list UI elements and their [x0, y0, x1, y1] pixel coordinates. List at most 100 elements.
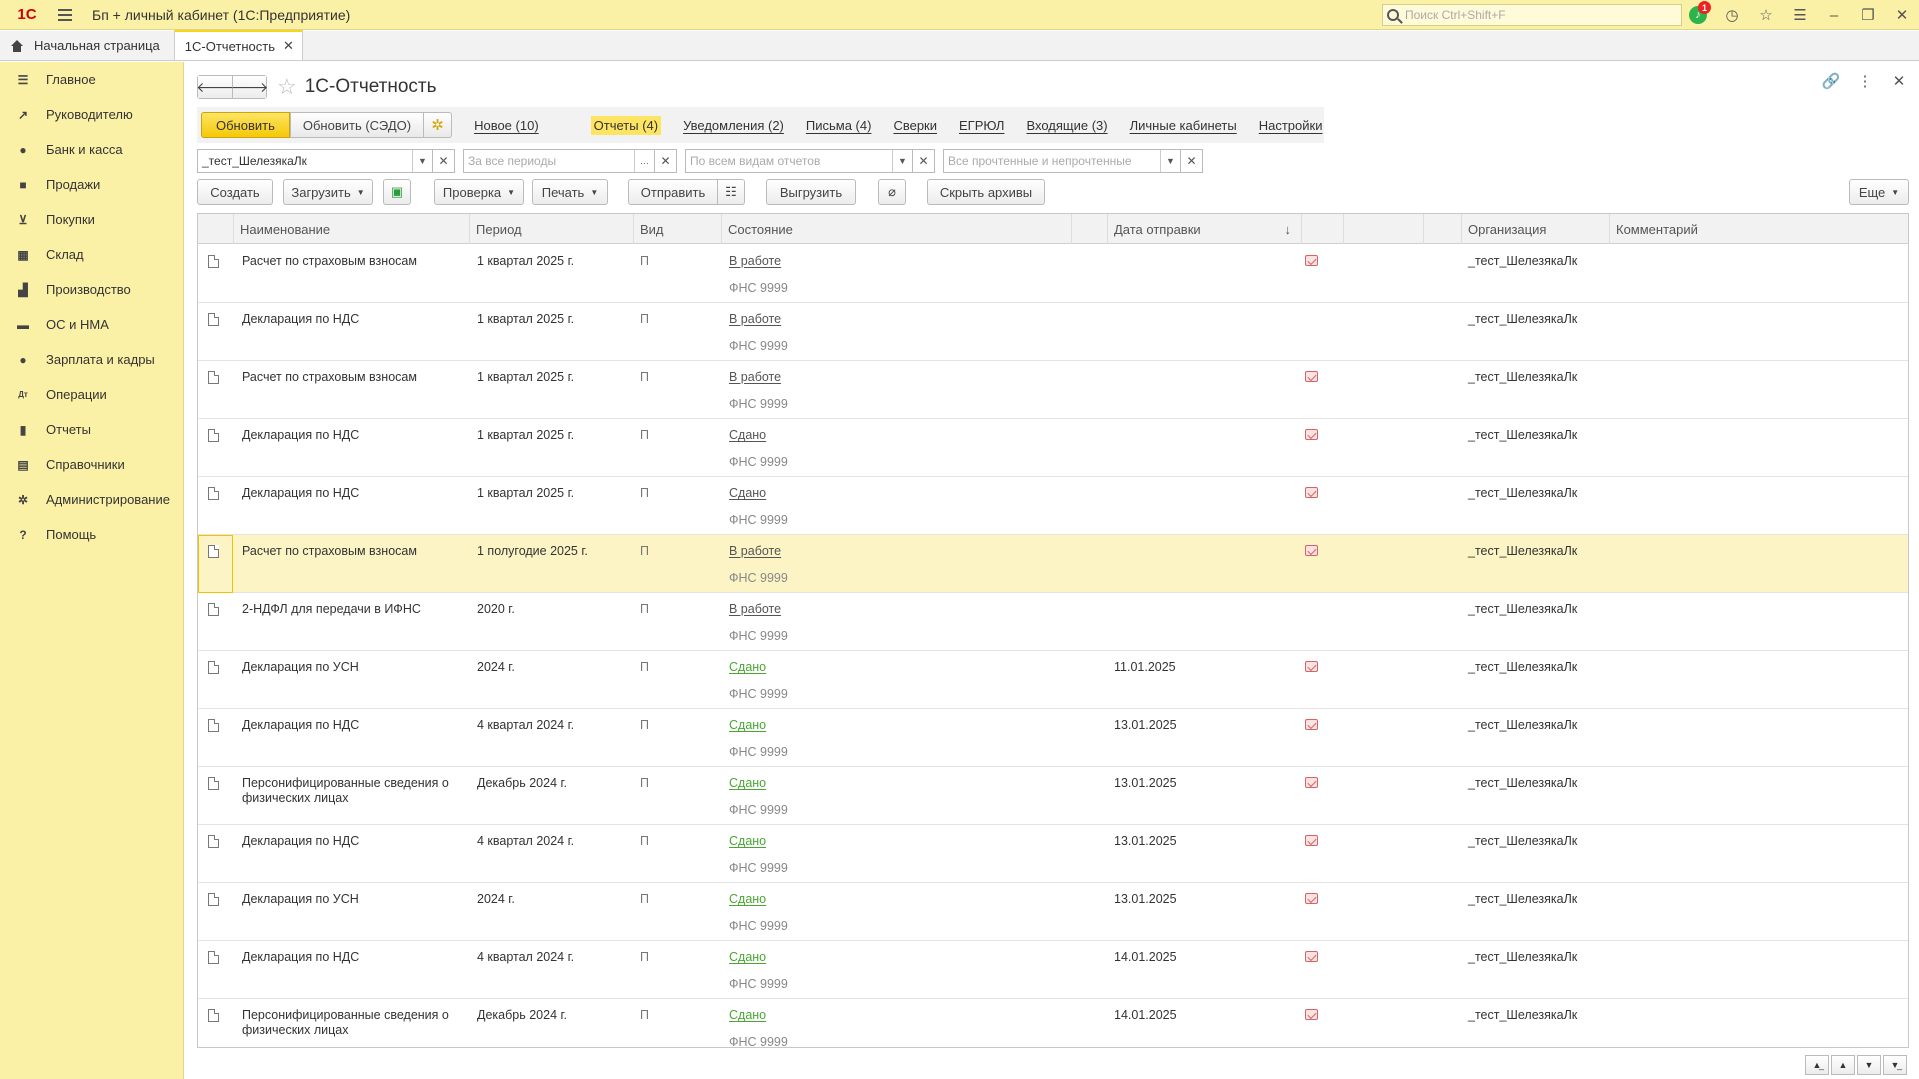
tab-home[interactable]: Начальная страница: [0, 31, 174, 60]
sidebar-item-catalogs[interactable]: ▤ Справочники: [0, 447, 183, 482]
message-envelope-icon[interactable]: [1305, 661, 1318, 672]
report-type-filter[interactable]: По всем видам отчетов ▼: [685, 149, 913, 173]
list-icon[interactable]: ☷: [717, 179, 745, 205]
clear-type-icon[interactable]: ✕: [913, 149, 935, 173]
sidebar-item-assets[interactable]: ▬ ОС и НМА: [0, 307, 183, 342]
row-state-link[interactable]: Сдано: [729, 776, 766, 791]
notifications-button[interactable]: ♪ 1: [1681, 0, 1715, 30]
attachment-icon[interactable]: ⌀: [878, 179, 906, 205]
link-notifications[interactable]: Уведомления (2): [683, 118, 784, 133]
sidebar-item-operations[interactable]: Дт Операции: [0, 377, 183, 412]
header-comment[interactable]: Комментарий: [1610, 214, 1908, 244]
message-envelope-icon[interactable]: [1305, 835, 1318, 846]
row-state-link[interactable]: В работе: [729, 312, 781, 327]
message-envelope-icon[interactable]: [1305, 1009, 1318, 1020]
chevron-down-icon[interactable]: ▼: [412, 150, 432, 172]
link-incoming[interactable]: Входящие (3): [1026, 118, 1107, 133]
send-button[interactable]: Отправить: [628, 179, 718, 205]
row-state-link[interactable]: Сдано: [729, 892, 766, 907]
table-row[interactable]: Расчет по страховым взносам 1 полугодие 2…: [198, 535, 1908, 593]
link-settings[interactable]: Настройки: [1259, 118, 1323, 133]
message-envelope-icon[interactable]: [1305, 371, 1318, 382]
forward-button[interactable]: 🡒: [231, 76, 268, 98]
menu-lines-icon[interactable]: ☰: [1783, 0, 1817, 30]
link-reports[interactable]: Отчеты (4): [590, 115, 662, 135]
message-envelope-icon[interactable]: [1305, 893, 1318, 904]
link-new[interactable]: Новое (10): [474, 118, 539, 133]
close-form-icon[interactable]: ✕: [1887, 72, 1911, 90]
table-row[interactable]: Декларация по НДС 4 квартал 2024 г. П Сдано…: [198, 709, 1908, 767]
sidebar-item-warehouse[interactable]: ▦ Склад: [0, 237, 183, 272]
header-state[interactable]: Состояние: [722, 214, 1072, 244]
scroll-down-icon[interactable]: ▼: [1857, 1055, 1881, 1075]
check-button[interactable]: Проверка ▼: [434, 179, 524, 205]
message-envelope-icon[interactable]: [1305, 951, 1318, 962]
header-name[interactable]: Наименование: [234, 214, 470, 244]
refresh-button[interactable]: Обновить: [201, 112, 290, 138]
header-period[interactable]: Период: [470, 214, 634, 244]
row-state-link[interactable]: Сдано: [729, 834, 766, 849]
read-status-filter[interactable]: Все прочтенные и непрочтенные ▼: [943, 149, 1181, 173]
clear-org-icon[interactable]: ✕: [433, 149, 455, 173]
row-state-link[interactable]: В работе: [729, 370, 781, 385]
message-envelope-icon[interactable]: [1305, 429, 1318, 440]
more-options-icon[interactable]: ⋮: [1853, 72, 1877, 90]
table-row[interactable]: Декларация по НДС 1 квартал 2025 г. П В раб…: [198, 303, 1908, 361]
sidebar-item-production[interactable]: ▟ Производство: [0, 272, 183, 307]
minimize-icon[interactable]: –: [1817, 0, 1851, 30]
row-state-link[interactable]: Сдано: [729, 486, 766, 501]
link-icon[interactable]: 🔗: [1819, 72, 1843, 90]
link-letters[interactable]: Письма (4): [806, 118, 872, 133]
scroll-bottom-icon[interactable]: ▼̲: [1883, 1055, 1907, 1075]
table-row[interactable]: Декларация по УСН 2024 г. П Сдано ФНС 9999 11…: [198, 651, 1908, 709]
sidebar-item-help[interactable]: ? Помощь: [0, 517, 183, 552]
clear-read-icon[interactable]: ✕: [1181, 149, 1203, 173]
more-button[interactable]: Еще ▼: [1849, 179, 1909, 205]
link-egrul[interactable]: ЕГРЮЛ: [959, 118, 1004, 133]
1c-logo-icon[interactable]: 1С: [8, 0, 46, 30]
period-filter[interactable]: За все периоды …: [463, 149, 655, 173]
clear-period-icon[interactable]: ✕: [655, 149, 677, 173]
tab-reporting[interactable]: 1С-Отчетность ✕: [173, 30, 303, 60]
print-button[interactable]: Печать ▼: [532, 179, 608, 205]
row-state-link[interactable]: Сдано: [729, 950, 766, 965]
history-icon[interactable]: ◷: [1715, 0, 1749, 30]
excel-icon[interactable]: ▣: [383, 179, 411, 205]
table-row[interactable]: Расчет по страховым взносам 1 квартал 202…: [198, 245, 1908, 303]
table-row[interactable]: Декларация по УСН 2024 г. П Сдано ФНС 9999 13…: [198, 883, 1908, 941]
table-row[interactable]: Расчет по страховым взносам 1 квартал 202…: [198, 361, 1908, 419]
sidebar-item-admin[interactable]: ✲ Администрирование: [0, 482, 183, 517]
refresh-sedo-button[interactable]: Обновить (СЭДО): [289, 112, 425, 138]
close-tab-icon[interactable]: ✕: [283, 38, 294, 54]
row-state-link[interactable]: Сдано: [729, 660, 766, 675]
message-envelope-icon[interactable]: [1305, 719, 1318, 730]
sidebar-item-purchases[interactable]: ⊻ Покупки: [0, 202, 183, 237]
table-row[interactable]: Персонифицированные сведения о физических…: [198, 999, 1908, 1047]
main-menu-icon[interactable]: [52, 0, 78, 30]
table-row[interactable]: Декларация по НДС 1 квартал 2025 г. П Сдано…: [198, 477, 1908, 535]
ellipsis-icon[interactable]: …: [634, 150, 654, 172]
restore-icon[interactable]: ❐: [1851, 0, 1885, 30]
close-window-icon[interactable]: ✕: [1885, 0, 1919, 30]
create-button[interactable]: Создать: [197, 179, 273, 205]
message-envelope-icon[interactable]: [1305, 777, 1318, 788]
row-state-link[interactable]: В работе: [729, 602, 781, 617]
settings-gear-icon[interactable]: ✲: [424, 112, 453, 138]
sidebar-item-salary[interactable]: ● Зарплата и кадры: [0, 342, 183, 377]
table-row[interactable]: 2-НДФЛ для передачи в ИФНС 2020 г. П В рабо…: [198, 593, 1908, 651]
chevron-down-icon[interactable]: ▼: [892, 150, 912, 172]
sidebar-item-sales[interactable]: ■ Продажи: [0, 167, 183, 202]
favorite-star-icon[interactable]: ☆: [277, 74, 297, 100]
load-button[interactable]: Загрузить ▼: [283, 179, 373, 205]
row-state-link[interactable]: В работе: [729, 254, 781, 269]
header-kind[interactable]: Вид: [634, 214, 722, 244]
export-button[interactable]: Выгрузить: [766, 179, 856, 205]
row-state-link[interactable]: Сдано: [729, 1008, 766, 1023]
header-sent[interactable]: Дата отправки ↓: [1108, 214, 1302, 244]
link-personal-cabinets[interactable]: Личные кабинеты: [1130, 118, 1237, 133]
link-reconciliations[interactable]: Сверки: [893, 118, 937, 133]
favorites-icon[interactable]: ☆: [1749, 0, 1783, 30]
search-input[interactable]: Поиск Ctrl+Shift+F: [1382, 4, 1682, 26]
row-state-link[interactable]: В работе: [729, 544, 781, 559]
scroll-top-icon[interactable]: ▲̲: [1805, 1055, 1829, 1075]
